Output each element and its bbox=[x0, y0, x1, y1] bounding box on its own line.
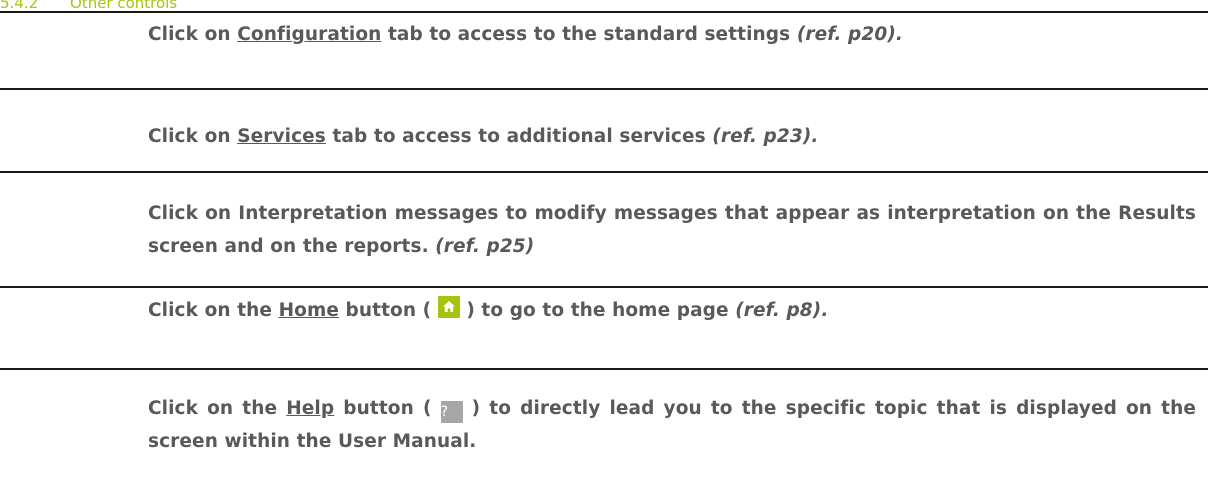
item-help: Click on the Help button ( ? ) to direct… bbox=[148, 398, 1197, 452]
divider bbox=[0, 88, 1208, 90]
configuration-link[interactable]: Configuration bbox=[237, 24, 381, 45]
item-configuration: Click on Configuration tab to access to … bbox=[148, 24, 904, 45]
divider bbox=[0, 368, 1208, 370]
help-icon: ? bbox=[440, 401, 463, 423]
home-link[interactable]: Home bbox=[279, 300, 339, 321]
divider bbox=[0, 171, 1208, 173]
page-reference: (ref. p25) bbox=[435, 236, 535, 257]
section-heading: 5.4.2 Other controls bbox=[0, 0, 177, 10]
item-services: Click on Services tab to access to addit… bbox=[148, 126, 819, 147]
page-reference: (ref. p20). bbox=[796, 24, 904, 45]
item-interpretation: Click on Interpretation messages to modi… bbox=[148, 203, 1196, 257]
help-link[interactable]: Help bbox=[286, 398, 334, 419]
services-link[interactable]: Services bbox=[237, 126, 326, 147]
page-reference: (ref. p8). bbox=[735, 300, 829, 321]
divider bbox=[0, 11, 1208, 13]
section-title: Other controls bbox=[70, 0, 178, 10]
page-reference: (ref. p23). bbox=[712, 126, 819, 147]
section-number: 5.4.2 bbox=[0, 0, 39, 10]
divider bbox=[0, 286, 1208, 288]
item-home: Click on the Home button ( ) to go to th… bbox=[148, 294, 1196, 327]
home-icon bbox=[437, 296, 460, 318]
